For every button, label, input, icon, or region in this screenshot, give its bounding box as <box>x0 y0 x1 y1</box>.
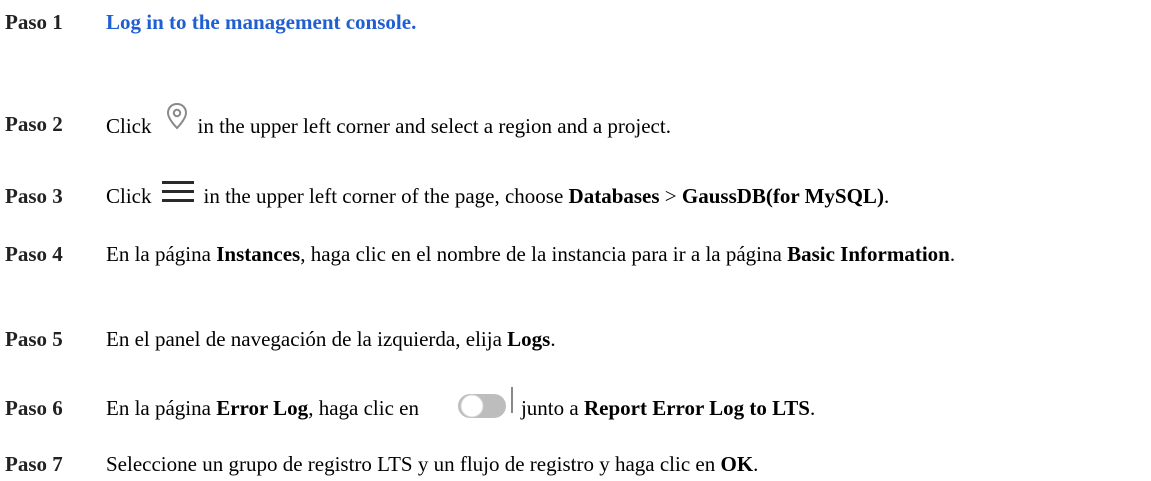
step-body: Seleccione un grupo de registro LTS y un… <box>106 451 758 477</box>
step-1: Paso 1 Log in to the management console. <box>5 9 1145 35</box>
logs-nav-label: Logs <box>507 327 551 351</box>
step-label: Paso 3 <box>5 184 63 208</box>
step-body: En la página Instances, haga clic en el … <box>106 241 1136 267</box>
step-3: Paso 3 Click in the upper left corner of t… <box>5 181 1145 211</box>
step-4: Paso 4 En la página Instances, haga clic … <box>5 241 1145 267</box>
step-label: Paso 5 <box>5 327 63 351</box>
management-console-link[interactable]: Log in to the management console. <box>106 10 416 34</box>
step-text: , haga clic en el nombre de la instancia… <box>300 242 782 266</box>
toggle-switch-icon <box>457 394 506 419</box>
report-error-log-label: Report Error Log to LTS <box>583 396 810 420</box>
step-text: En la página <box>106 242 211 266</box>
sentence-end: . <box>883 184 890 208</box>
text-cursor-mark <box>510 387 513 414</box>
step-5: Paso 5 En el panel de navegación de la iz… <box>5 326 1145 352</box>
step-body: Log in to the management console. <box>106 9 416 35</box>
step-label: Paso 4 <box>5 242 63 266</box>
instances-page-label: Instances <box>216 242 301 266</box>
sentence-end: . <box>949 242 956 266</box>
step-label: Paso 6 <box>5 396 63 420</box>
step-text: in the upper left corner and select a re… <box>197 113 671 138</box>
step-2: Paso 2 Click in the upper left corner and … <box>5 102 1145 145</box>
step-text: , haga clic en <box>308 396 419 420</box>
path-separator: > <box>664 184 677 208</box>
step-text: En el panel de navegación de la izquierd… <box>106 327 502 351</box>
step-text: En la página <box>106 396 211 420</box>
sentence-end: . <box>753 452 759 476</box>
step-body: Click in the upper left corner and select… <box>106 102 671 145</box>
step-label: Paso 7 <box>5 452 63 476</box>
step-7: Paso 7 Seleccione un grupo de registro LT… <box>5 451 1145 477</box>
databases-menu-label: Databases <box>568 184 660 208</box>
error-log-page-label: Error Log <box>216 396 309 420</box>
step-text: Click <box>106 113 152 138</box>
location-pin-icon <box>166 102 187 130</box>
ok-button-label: OK <box>720 452 754 476</box>
step-body: Click in the upper left corner of the pag… <box>106 181 890 211</box>
step-text: in the upper left corner of the page, ch… <box>203 184 564 208</box>
sentence-end: . <box>809 396 816 420</box>
step-label: Paso 1 <box>5 10 63 34</box>
step-body: En la página Error Log, haga clic en junt… <box>106 387 816 425</box>
basic-information-page-label: Basic Information <box>787 242 950 266</box>
step-text: junto a <box>520 396 579 420</box>
step-label: Paso 2 <box>5 112 63 136</box>
hamburger-menu-icon <box>161 181 194 203</box>
step-body: En el panel de navegación de la izquierd… <box>106 326 556 352</box>
sentence-end: . <box>550 327 556 351</box>
gaussdb-menu-label: GaussDB(for MySQL) <box>681 184 884 208</box>
step-text: Seleccione un grupo de registro LTS y un… <box>106 452 716 476</box>
step-6: Paso 6 En la página Error Log, haga clic … <box>5 387 1145 425</box>
step-text: Click <box>106 184 152 208</box>
